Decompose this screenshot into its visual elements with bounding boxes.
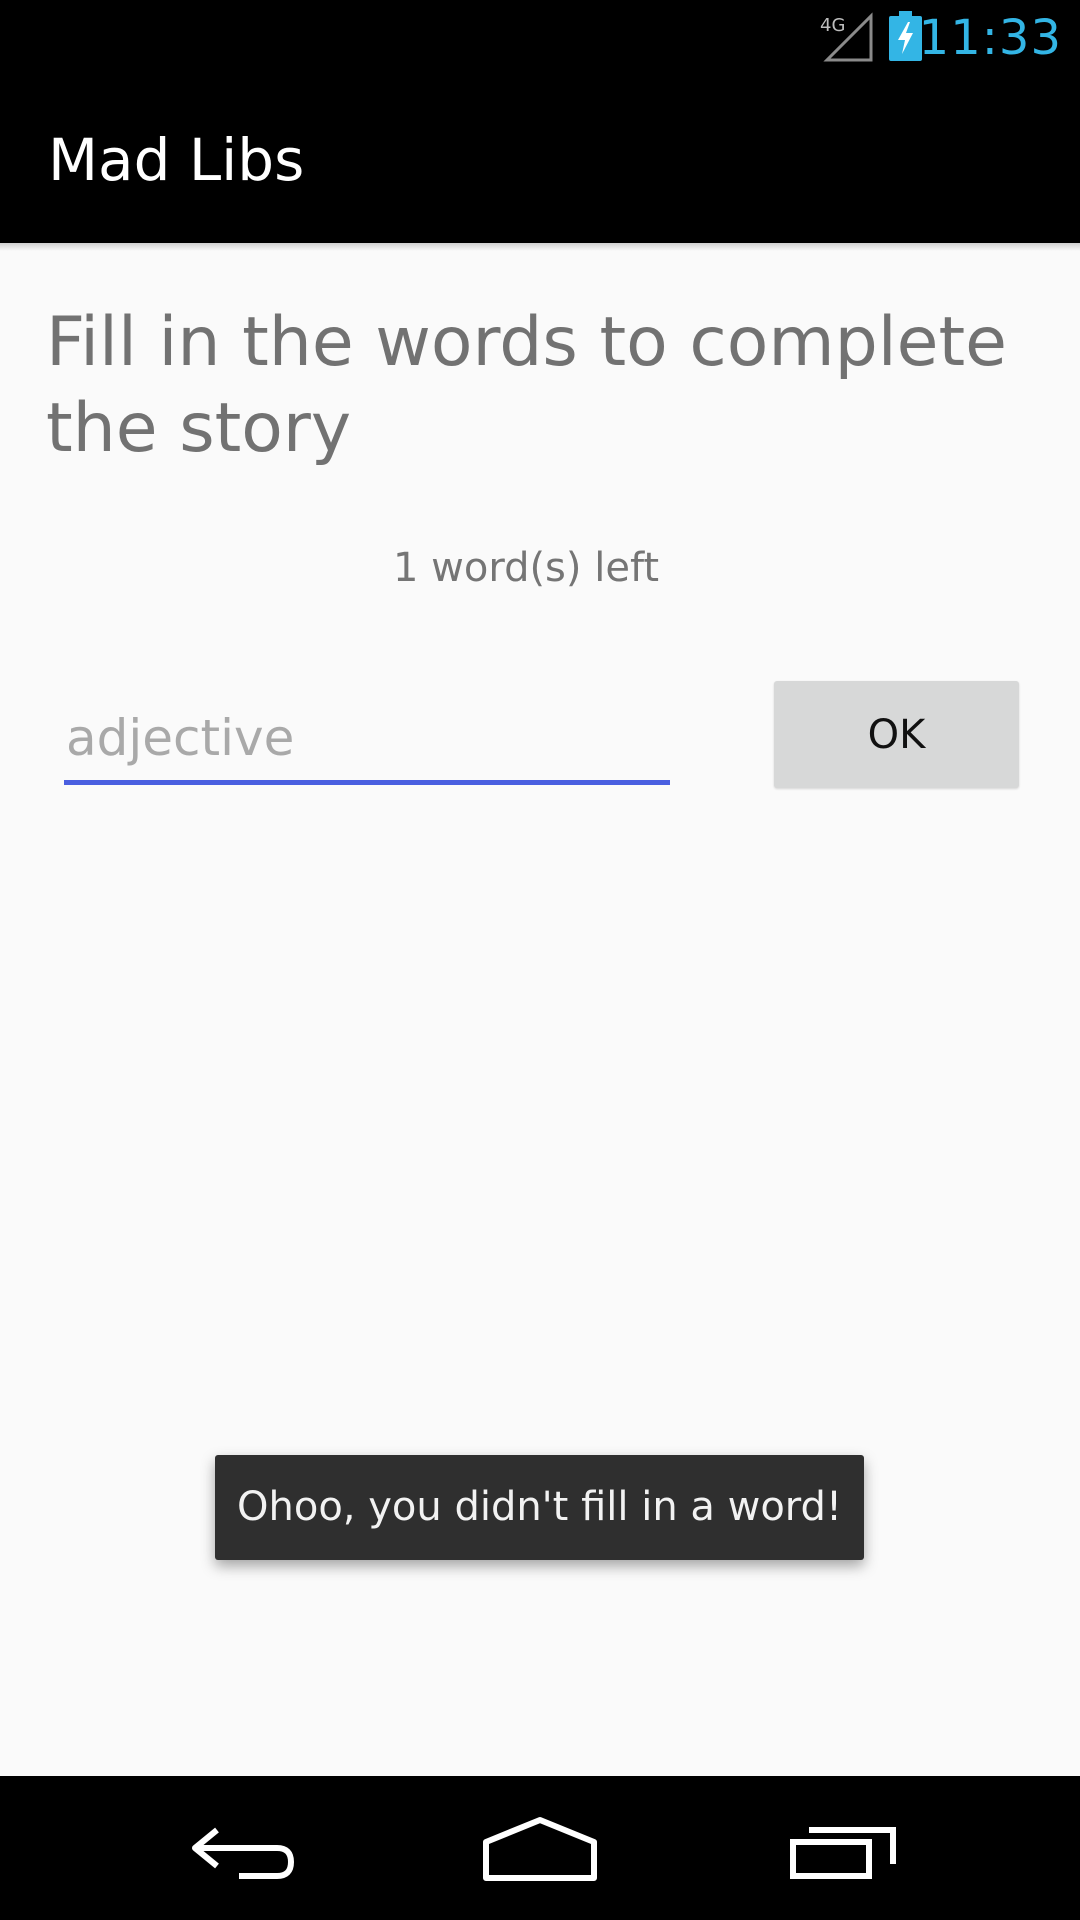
svg-text:4G: 4G	[820, 15, 845, 36]
app-title: Mad Libs	[48, 126, 305, 194]
signal-4g-icon: 4G	[818, 12, 874, 62]
toast-message: Ohoo, you didn't fill in a word!	[215, 1455, 864, 1560]
navigation-bar	[0, 1776, 1080, 1920]
ok-button[interactable]: OK	[774, 681, 1019, 788]
battery-charging-icon	[889, 11, 922, 61]
page-heading: Fill in the words to complete the story	[46, 303, 1007, 468]
home-icon	[460, 1817, 620, 1901]
status-bar: 4G 11:33	[0, 0, 1080, 75]
word-input[interactable]	[64, 695, 670, 785]
words-left-counter: 1 word(s) left	[392, 545, 660, 591]
back-icon	[159, 1827, 319, 1901]
action-bar: Mad Libs	[0, 75, 1080, 243]
recents-button[interactable]	[763, 1798, 923, 1898]
clock: 11:33	[918, 10, 1062, 66]
home-button[interactable]	[460, 1798, 620, 1898]
back-button[interactable]	[159, 1798, 319, 1898]
action-bar-shadow	[0, 243, 1080, 251]
recents-icon	[763, 1827, 923, 1901]
